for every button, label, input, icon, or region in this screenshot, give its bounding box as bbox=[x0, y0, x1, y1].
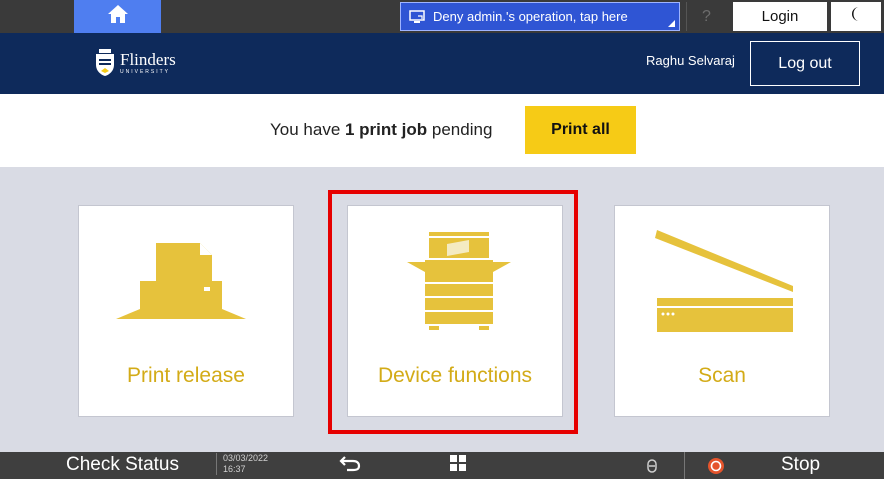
grid-icon bbox=[449, 454, 467, 477]
scanner-icon bbox=[647, 230, 797, 346]
tile-label: Print release bbox=[127, 364, 245, 387]
data-in-icon bbox=[645, 457, 659, 474]
system-bar: Deny admin.'s operation, tap here ? Logi… bbox=[0, 0, 884, 33]
logo-subtitle: UNIVERSITY bbox=[120, 68, 171, 75]
logo-name: Flinders bbox=[120, 49, 176, 69]
stop-area[interactable]: Stop bbox=[684, 452, 884, 479]
pending-jobs-bar: You have 1 print job pending Print all bbox=[0, 94, 884, 167]
tile-label: Scan bbox=[698, 364, 746, 387]
login-button[interactable]: Login bbox=[733, 2, 827, 31]
corner-indicator-icon bbox=[668, 20, 675, 27]
pending-suffix: pending bbox=[427, 120, 493, 139]
pending-prefix: You have bbox=[270, 120, 345, 139]
crest-icon bbox=[94, 49, 116, 77]
date-text: 03/03/2022 bbox=[223, 453, 269, 463]
function-tiles-area: Print release Device functions Scan bbox=[0, 167, 884, 452]
home-button[interactable] bbox=[74, 0, 161, 33]
energy-saver-button[interactable] bbox=[831, 2, 881, 31]
home-icon bbox=[107, 4, 129, 29]
bottom-status-bar: Check Status 03/03/2022 16:37 Stop bbox=[0, 452, 884, 479]
print-all-button[interactable]: Print all bbox=[525, 106, 636, 154]
device-icon bbox=[409, 9, 425, 24]
check-status-button[interactable]: Check Status bbox=[66, 454, 179, 476]
printer-icon bbox=[116, 230, 256, 346]
pending-count: 1 print job bbox=[345, 120, 428, 139]
device-functions-tile[interactable]: Device functions bbox=[347, 205, 563, 417]
app-list-button[interactable] bbox=[438, 453, 478, 478]
moon-icon bbox=[850, 6, 862, 27]
help-button[interactable]: ? bbox=[686, 2, 726, 31]
flinders-logo: Flinders UNIVERSITY bbox=[94, 43, 176, 83]
header-band: Flinders UNIVERSITY Raghu Selvaraj Log o… bbox=[0, 33, 884, 94]
scan-tile[interactable]: Scan bbox=[614, 205, 830, 417]
copier-icon bbox=[385, 230, 525, 346]
date-time-display: 03/03/2022 16:37 bbox=[216, 453, 268, 475]
deny-admin-label: Deny admin.'s operation, tap here bbox=[433, 9, 628, 24]
user-name: Raghu Selvaraj bbox=[646, 53, 735, 68]
print-release-tile[interactable]: Print release bbox=[78, 205, 294, 417]
tile-label: Device functions bbox=[377, 364, 533, 387]
deny-admin-operation-button[interactable]: Deny admin.'s operation, tap here bbox=[400, 2, 680, 31]
back-arrow-icon bbox=[339, 454, 361, 477]
stop-icon bbox=[707, 457, 725, 479]
pending-jobs-message: You have 1 print job pending bbox=[270, 120, 492, 140]
logout-button[interactable]: Log out bbox=[750, 41, 860, 86]
stop-button[interactable]: Stop bbox=[781, 454, 820, 476]
back-button[interactable] bbox=[330, 453, 370, 478]
time-text: 16:37 bbox=[223, 464, 246, 474]
